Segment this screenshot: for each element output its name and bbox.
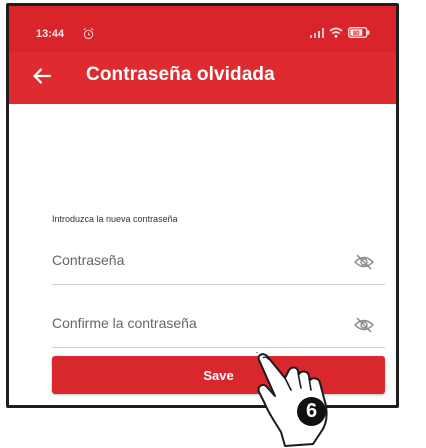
status-icons: 80 bbox=[310, 27, 370, 38]
new-password-prompt: Introduzca la nueva contraseña bbox=[52, 214, 178, 224]
password-placeholder: Contraseña bbox=[52, 252, 125, 268]
signal-icon bbox=[310, 27, 324, 38]
battery-icon: 80 bbox=[348, 27, 370, 38]
eye-off-icon[interactable] bbox=[353, 252, 375, 272]
back-arrow-icon[interactable] bbox=[31, 65, 53, 87]
page-title: Contraseña olvidada bbox=[86, 64, 275, 85]
eye-off-icon[interactable] bbox=[353, 315, 375, 335]
wifi-icon bbox=[329, 27, 343, 38]
confirm-password-placeholder: Confirme la contraseña bbox=[52, 315, 197, 331]
save-button-label: Save bbox=[203, 367, 234, 383]
step-number-badge: 6 bbox=[297, 397, 326, 426]
confirm-password-field[interactable]: Confirme la contraseña bbox=[52, 311, 385, 348]
status-time: 13:44 bbox=[36, 28, 65, 40]
password-field[interactable]: Contraseña bbox=[52, 248, 385, 285]
alarm-icon bbox=[83, 27, 94, 40]
phone-screen: 13:44 80 Contraseña olvidada Introduzca … bbox=[6, 3, 399, 408]
battery-level: 80 bbox=[353, 31, 360, 37]
